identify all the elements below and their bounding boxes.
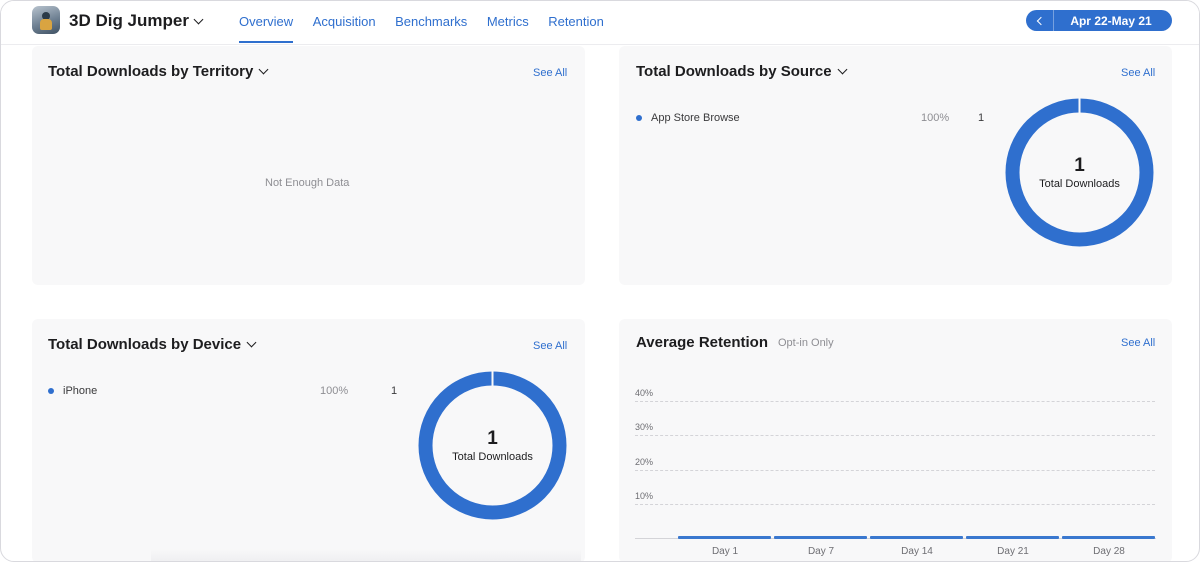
nav-tabs: Overview Acquisition Benchmarks Metrics … <box>239 1 623 45</box>
chevron-down-icon <box>258 64 269 75</box>
app-icon <box>32 6 60 34</box>
legend-count: 1 <box>978 112 985 124</box>
chevron-left-icon <box>1036 16 1046 25</box>
device-card-title[interactable]: Total Downloads by Device <box>48 336 257 353</box>
retention-subtitle: Opt-in Only <box>778 337 834 349</box>
date-range-picker[interactable]: Apr 22-May 21 <box>1026 10 1172 31</box>
retention-bar[interactable] <box>678 536 771 539</box>
tab-metrics[interactable]: Metrics <box>487 1 529 45</box>
legend-item: App Store Browse <box>636 112 740 124</box>
territory-title-text: Total Downloads by Territory <box>48 63 254 80</box>
legend-dot <box>636 115 642 121</box>
retention-see-all-link[interactable]: See All <box>1121 337 1155 349</box>
grid-line <box>635 504 1155 505</box>
retention-bar[interactable] <box>1062 536 1155 539</box>
device-title-text: Total Downloads by Device <box>48 336 242 353</box>
legend-percent: 100% <box>921 112 950 124</box>
date-range-label: Apr 22-May 21 <box>1070 13 1152 28</box>
x-tick-label: Day 7 <box>807 546 835 557</box>
donut-center: 1 Total Downloads <box>1005 98 1154 247</box>
tab-benchmarks[interactable]: Benchmarks <box>395 1 467 45</box>
grid-line <box>635 435 1155 436</box>
previous-period-button[interactable] <box>1026 10 1054 31</box>
app-selector[interactable]: 3D Dig Jumper <box>69 11 204 31</box>
legend-percent: 100% <box>320 385 349 397</box>
retention-bar[interactable] <box>870 536 963 539</box>
retention-bar[interactable] <box>966 536 1059 539</box>
tab-acquisition[interactable]: Acquisition <box>313 1 376 45</box>
grid-line <box>635 401 1155 402</box>
source-title-text: Total Downloads by Source <box>636 63 832 80</box>
empty-state-text: Not Enough Data <box>265 177 350 189</box>
legend-count: 1 <box>391 385 398 397</box>
top-navigation-bar: 3D Dig Jumper Overview Acquisition Bench… <box>1 1 1199 45</box>
chevron-down-icon <box>193 14 204 24</box>
source-donut-chart: 1 Total Downloads <box>1005 98 1154 247</box>
tab-retention[interactable]: Retention <box>548 1 604 45</box>
device-donut-chart: 1 Total Downloads <box>418 371 567 520</box>
retention-card <box>619 319 1172 561</box>
device-see-all-link[interactable]: See All <box>533 340 567 352</box>
territory-see-all-link[interactable]: See All <box>533 67 567 79</box>
retention-card-title: Average Retention <box>636 334 768 351</box>
y-tick-label: 20% <box>635 457 654 467</box>
app-analytics-window: 3D Dig Jumper Overview Acquisition Bench… <box>0 0 1200 562</box>
app-name: 3D Dig Jumper <box>69 11 189 30</box>
donut-value: 1 <box>487 427 498 449</box>
tab-overview[interactable]: Overview <box>239 1 294 45</box>
donut-value: 1 <box>1074 154 1085 176</box>
x-tick-label: Day 28 <box>1093 546 1125 557</box>
x-tick-label: Day 14 <box>901 546 933 557</box>
grid-line <box>635 470 1155 471</box>
app-icon-figure-body <box>40 19 52 30</box>
legend-dot <box>48 388 54 394</box>
retention-bar[interactable] <box>774 536 867 539</box>
legend-label: App Store Browse <box>651 112 740 124</box>
donut-label: Total Downloads <box>452 450 533 463</box>
legend-label: iPhone <box>63 385 98 397</box>
x-tick-label: Day 1 <box>711 546 739 557</box>
donut-center: 1 Total Downloads <box>418 371 567 520</box>
legend-item: iPhone <box>48 385 97 397</box>
territory-card <box>32 46 585 285</box>
y-tick-label: 40% <box>635 388 654 398</box>
x-tick-label: Day 21 <box>997 546 1029 557</box>
territory-card-title[interactable]: Total Downloads by Territory <box>48 63 269 80</box>
chevron-down-icon <box>837 64 848 75</box>
source-card-title[interactable]: Total Downloads by Source <box>636 63 848 80</box>
chevron-down-icon <box>246 337 257 348</box>
source-see-all-link[interactable]: See All <box>1121 67 1155 79</box>
y-tick-label: 30% <box>635 422 654 432</box>
card-bottom-fade <box>151 549 581 561</box>
y-tick-label: 10% <box>635 491 654 501</box>
donut-label: Total Downloads <box>1039 177 1120 190</box>
